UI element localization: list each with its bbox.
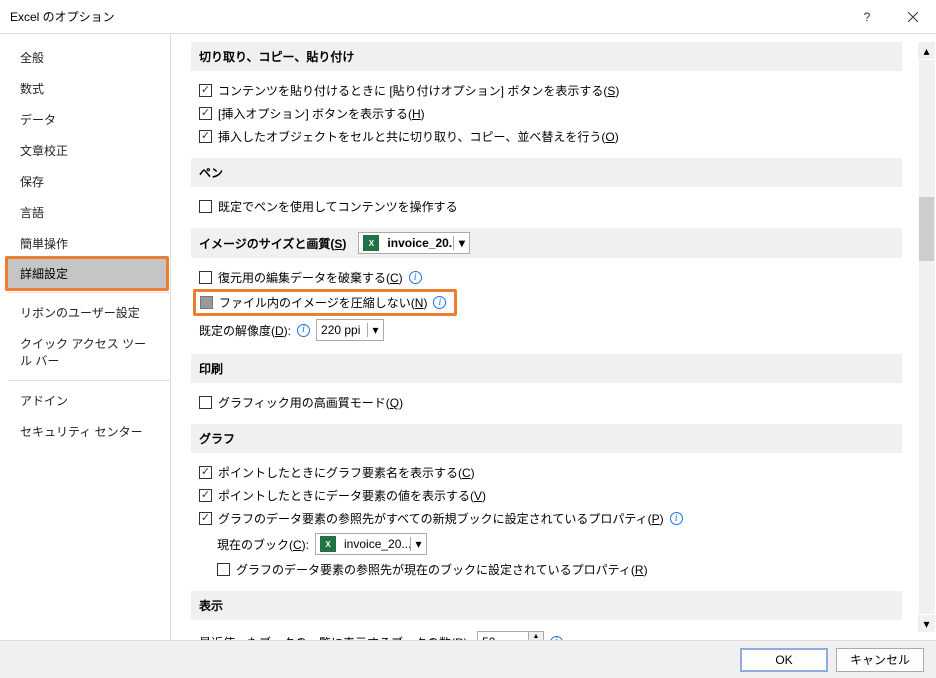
chevron-down-icon: ▾	[367, 323, 383, 337]
info-icon[interactable]	[409, 271, 422, 284]
image-workbook-combo[interactable]: invoice_20...▾	[358, 232, 470, 254]
option-discard-edit[interactable]: 復元用の編集データを破棄する(C)	[191, 266, 902, 289]
content-pane: 切り取り、コピー、貼り付け コンテンツを貼り付けるときに [貼り付けオプション]…	[171, 34, 936, 640]
recent-count-spinner[interactable]: ▲▼	[477, 631, 544, 640]
checkbox[interactable]	[199, 466, 212, 479]
option-no-compress[interactable]: ファイル内のイメージを圧縮しない(N)	[191, 289, 902, 316]
window-title: Excel のオプション	[10, 8, 844, 25]
checkbox[interactable]	[199, 396, 212, 409]
sidebar-item-advanced-highlight: 詳細設定	[5, 256, 169, 291]
option-pen-default[interactable]: 既定でペンを使用してコンテンツを操作する	[191, 195, 902, 218]
excel-icon	[363, 235, 379, 251]
cancel-button[interactable]: キャンセル	[836, 648, 924, 672]
sidebar-item-data[interactable]: データ	[8, 104, 170, 135]
scroll-track[interactable]	[918, 59, 936, 615]
recent-count-input[interactable]	[478, 632, 528, 640]
info-icon[interactable]	[670, 512, 683, 525]
recent-books-row: 最近使ったブックの一覧に表示するブックの数(R): ▲▼	[191, 628, 902, 640]
sidebar-item-trust[interactable]: セキュリティ センター	[8, 416, 170, 447]
checkbox[interactable]	[199, 107, 212, 120]
current-book-combo[interactable]: invoice_20...▾	[315, 533, 427, 555]
section-header-pen: ペン	[191, 158, 902, 187]
dialog-footer: OK キャンセル	[0, 640, 936, 678]
section-header-image: イメージのサイズと画質(S) invoice_20...▾	[191, 228, 902, 258]
sidebar-item-addins[interactable]: アドイン	[8, 385, 170, 416]
checkbox[interactable]	[199, 84, 212, 97]
sidebar-item-qat[interactable]: クイック アクセス ツール バー	[8, 328, 170, 376]
option-cut-objects[interactable]: 挿入したオブジェクトをセルと共に切り取り、コピー、並べ替えを行う(O)	[191, 125, 902, 148]
section-header-print: 印刷	[191, 354, 902, 383]
checkbox[interactable]	[199, 130, 212, 143]
highlight-box: ファイル内のイメージを圧縮しない(N)	[193, 289, 457, 316]
checkbox[interactable]	[200, 296, 213, 309]
sidebar-item-general[interactable]: 全般	[8, 42, 170, 73]
section-header-cut: 切り取り、コピー、貼り付け	[191, 42, 902, 71]
close-icon	[908, 12, 918, 22]
title-bar: Excel のオプション ?	[0, 0, 936, 34]
info-icon[interactable]	[433, 296, 446, 309]
section-header-chart: グラフ	[191, 424, 902, 453]
sidebar-divider	[8, 292, 170, 293]
chevron-down-icon: ▾	[410, 537, 426, 551]
vertical-scrollbar[interactable]: ▴ ▾	[918, 42, 936, 632]
scroll-down[interactable]: ▾	[918, 615, 935, 632]
checkbox[interactable]	[199, 489, 212, 502]
option-chart-values[interactable]: ポイントしたときにデータ要素の値を表示する(V)	[191, 484, 902, 507]
sidebar-item-save[interactable]: 保存	[8, 166, 170, 197]
current-book-row: 現在のブック(C): invoice_20...▾	[191, 530, 902, 558]
option-chart-curbook[interactable]: グラフのデータ要素の参照先が現在のブックに設定されているプロパティ(R)	[191, 558, 902, 581]
sidebar-item-ribbon[interactable]: リボンのユーザー設定	[8, 297, 170, 328]
sidebar-item-proofing[interactable]: 文章校正	[8, 135, 170, 166]
spinner-up[interactable]: ▲	[529, 632, 543, 640]
sidebar-item-language[interactable]: 言語	[8, 197, 170, 228]
help-button[interactable]: ?	[844, 0, 890, 34]
option-hq-print[interactable]: グラフィック用の高画質モード(Q)	[191, 391, 902, 414]
sidebar-item-advanced[interactable]: 詳細設定	[8, 259, 166, 288]
checkbox[interactable]	[199, 512, 212, 525]
option-chart-names[interactable]: ポイントしたときにグラフ要素名を表示する(C)	[191, 461, 902, 484]
checkbox[interactable]	[217, 563, 230, 576]
scroll-up[interactable]: ▴	[918, 42, 935, 59]
option-chart-newbook[interactable]: グラフのデータ要素の参照先がすべての新規ブックに設定されているプロパティ(P)	[191, 507, 902, 530]
ok-button[interactable]: OK	[740, 648, 828, 672]
section-header-display: 表示	[191, 591, 902, 620]
sidebar: 全般 数式 データ 文章校正 保存 言語 簡単操作 詳細設定 リボンのユーザー設…	[8, 34, 171, 640]
option-insert-button[interactable]: [挿入オプション] ボタンを表示する(H)	[191, 102, 902, 125]
default-resolution-row: 既定の解像度(D): 220 ppi▾	[191, 316, 902, 344]
checkbox[interactable]	[199, 271, 212, 284]
sidebar-item-accessibility[interactable]: 簡単操作	[8, 228, 170, 259]
option-paste-button[interactable]: コンテンツを貼り付けるときに [貼り付けオプション] ボタンを表示する(S)	[191, 79, 902, 102]
chevron-down-icon: ▾	[453, 236, 469, 250]
close-button[interactable]	[890, 0, 936, 34]
sidebar-divider	[8, 380, 170, 381]
scroll-thumb[interactable]	[919, 197, 934, 261]
checkbox[interactable]	[199, 200, 212, 213]
resolution-combo[interactable]: 220 ppi▾	[316, 319, 384, 341]
excel-icon	[320, 536, 336, 552]
info-icon[interactable]	[297, 324, 310, 337]
sidebar-item-formulas[interactable]: 数式	[8, 73, 170, 104]
